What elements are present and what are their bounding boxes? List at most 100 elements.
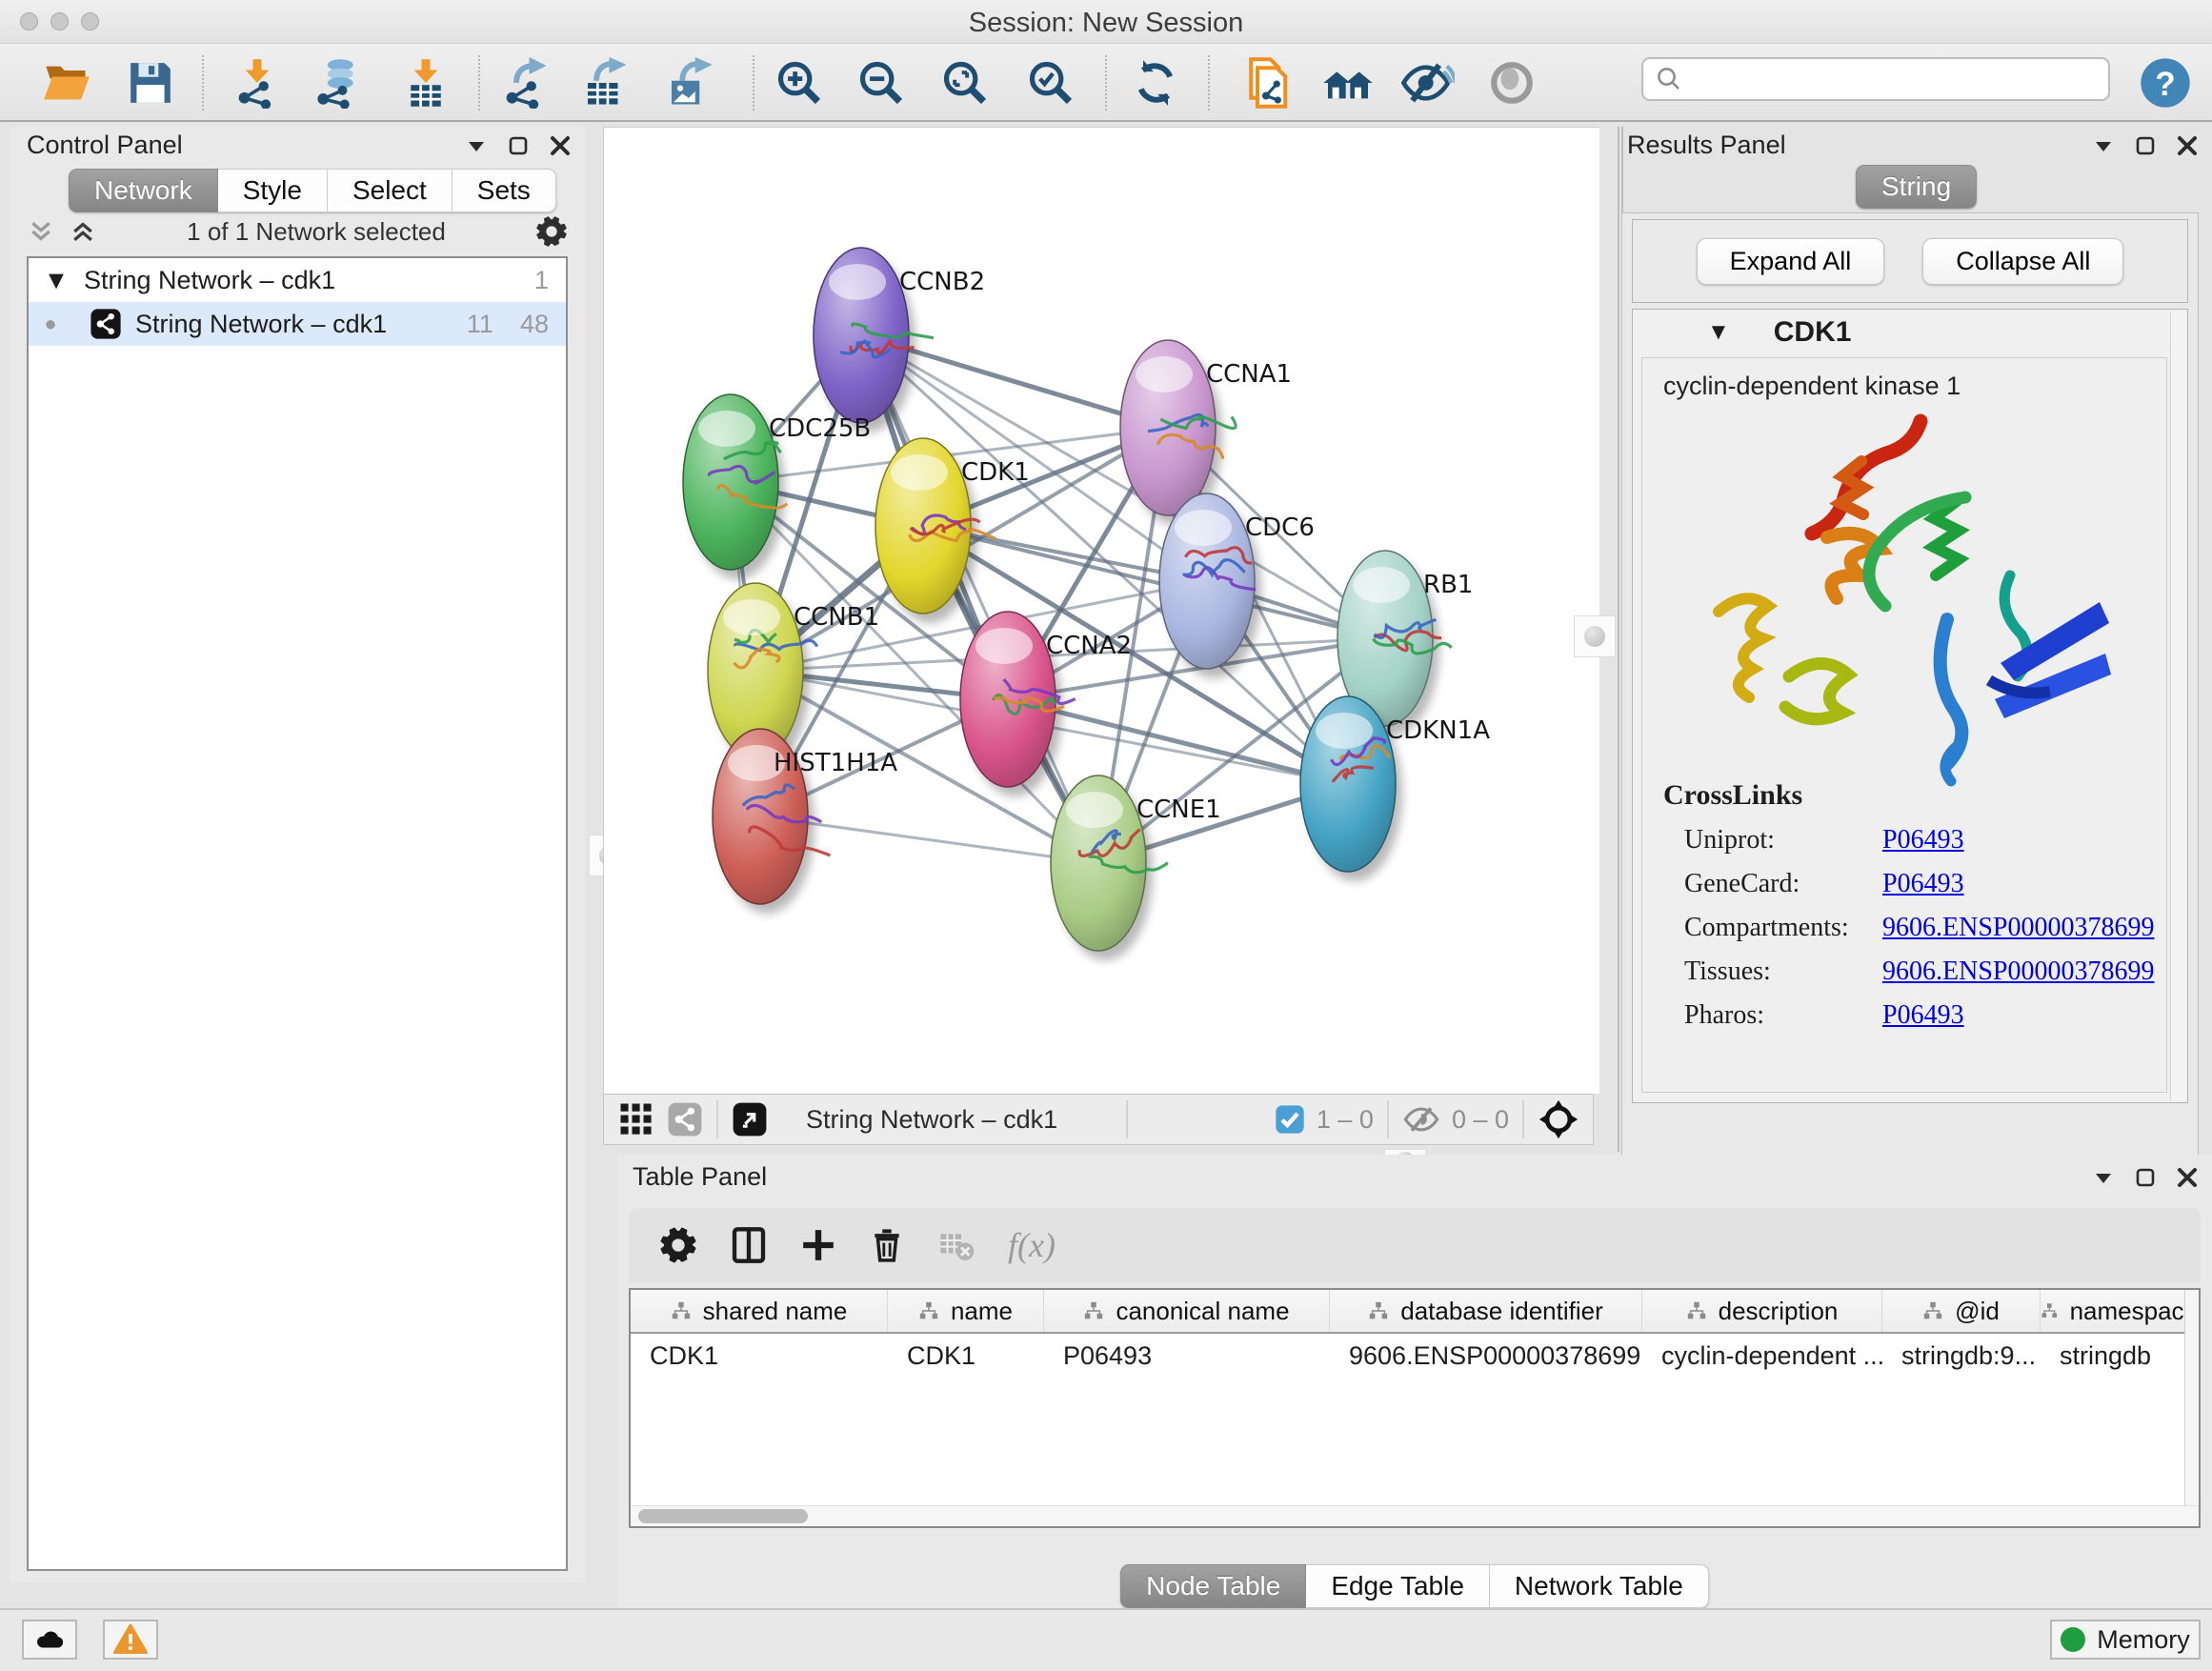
cloud-status-button[interactable] [22,1620,77,1660]
crosslink-value-link[interactable]: 9606.ENSP00000378699 [1882,913,2154,943]
column-header-database-identifier[interactable]: database identifier [1330,1290,1642,1332]
table-tab-node-table[interactable]: Node Table [1120,1564,1306,1608]
grid-view-icon[interactable] [619,1102,654,1137]
zoom-selected-button[interactable] [1019,52,1082,113]
results-vertical-scrollbar[interactable] [2170,312,2185,1100]
export-image-button[interactable] [657,52,720,113]
export-table-button[interactable] [573,52,636,113]
create-column-plus-icon[interactable] [800,1227,836,1263]
table-cell[interactable]: 9606.ENSP00000378699 [1330,1334,1642,1378]
crosslink-value-link[interactable]: P06493 [1882,1000,1964,1031]
gear-icon[interactable] [535,215,568,248]
column-header-canonical-name[interactable]: canonical name [1044,1290,1330,1332]
export-image-icon [663,57,714,109]
column-header-@id[interactable]: @id [1882,1290,2041,1332]
toolbar-search[interactable] [1641,57,2110,101]
network-selector-bar: 1 of 1 Network selected [27,209,568,254]
table-cell[interactable]: cyclin-dependent ... [1642,1334,1882,1378]
collapse-all-button[interactable]: Collapse All [1922,238,2123,285]
crosslinks-title: CrossLinks [1663,779,2154,812]
table-row[interactable]: CDK1CDK1P064939606.ENSP00000378699cyclin… [631,1334,2199,1378]
hidden-eye-icon[interactable] [1402,1100,1440,1138]
fit-content-button[interactable] [934,52,996,113]
crosslink-value-link[interactable]: 9606.ENSP00000378699 [1882,956,2154,987]
selected-checkbox-icon[interactable] [1275,1104,1305,1135]
export-network-button[interactable] [493,52,556,113]
collapse-all-icon[interactable] [69,217,97,246]
table-cell[interactable]: CDK1 [631,1334,888,1378]
crosslink-row: Pharos:P06493 [1663,1000,2154,1031]
table-vertical-scrollbar[interactable] [2184,1290,2199,1526]
save-session-button[interactable] [119,52,182,113]
panel-close-icon[interactable] [2176,134,2199,157]
panel-menu-icon[interactable] [465,134,488,157]
crosslink-value-link[interactable]: P06493 [1882,869,1964,899]
birdseye-toggle-icon[interactable] [732,1101,768,1137]
table-tab-network-table[interactable]: Network Table [1490,1564,1709,1608]
table-cell[interactable]: stringdb:9... [1882,1334,2041,1378]
memory-button[interactable]: Memory [2050,1620,2201,1660]
annotations-button[interactable] [1235,52,1297,113]
search-input[interactable] [1683,65,2083,94]
hide-panels-button[interactable] [1397,52,1459,113]
zoom-selected-icon [1026,58,1076,108]
current-network-dot-icon: ● [29,312,72,336]
search-icon [1655,65,1683,93]
control-tab-select[interactable]: Select [328,169,452,212]
column-header-description[interactable]: description [1642,1290,1882,1332]
import-network-database-button[interactable] [307,52,370,113]
network-collection-row[interactable]: ▼ String Network – cdk1 1 [29,258,566,302]
database-import-icon [312,57,364,109]
zoom-in-button[interactable] [768,52,831,113]
show-columns-icon[interactable] [730,1226,768,1264]
panel-close-icon[interactable] [549,134,572,157]
delete-column-trash-icon[interactable] [869,1227,905,1263]
memory-status-dot [2061,1627,2085,1652]
table-cell[interactable]: stringdb [2041,1334,2199,1378]
panel-float-icon[interactable] [2134,1166,2157,1189]
gene-name: CDK1 [1774,316,1852,349]
import-table-icon [400,57,452,109]
delete-table-icon[interactable] [937,1226,975,1264]
control-tab-network[interactable]: Network [69,169,218,212]
import-table-file-button[interactable] [394,52,457,113]
expand-all-button[interactable]: Expand All [1697,238,1885,285]
grayscale-view-button[interactable] [1480,52,1543,113]
table-settings-gear-icon[interactable] [659,1226,697,1264]
open-folder-icon [42,58,91,108]
open-session-button[interactable] [35,52,98,113]
panel-close-icon[interactable] [2176,1166,2199,1189]
panel-menu-icon[interactable] [2092,1166,2115,1189]
network-row[interactable]: ● String Network – cdk1 11 48 [29,302,566,346]
control-tab-style[interactable]: Style [218,169,328,212]
table-tab-edge-table[interactable]: Edge Table [1306,1564,1490,1608]
panel-menu-icon[interactable] [2092,134,2115,157]
expand-all-icon[interactable] [27,217,55,246]
table-horizontal-scrollbar[interactable] [631,1505,2199,1526]
disclosure-triangle-icon[interactable]: ▼ [29,266,84,295]
crosslink-row: Compartments:9606.ENSP00000378699 [1663,913,2154,943]
table-cell[interactable]: CDK1 [888,1334,1044,1378]
warnings-button[interactable] [103,1620,158,1660]
apply-layout-button[interactable] [1124,52,1187,113]
crosslink-value-link[interactable]: P06493 [1882,825,1964,856]
import-network-file-button[interactable] [226,52,289,113]
column-header-namespace[interactable]: namespace [2041,1290,2199,1332]
panel-float-icon[interactable] [2134,134,2157,157]
column-header-name[interactable]: name [888,1290,1044,1332]
network-canvas[interactable]: CCNB2CCNA1CDC25BCDK1CDC6RB1CCNB1CCNA2CDK… [603,127,1599,1094]
show-all-panels-button[interactable] [1317,52,1379,113]
panel-float-icon[interactable] [507,134,530,157]
table-toolbar: f(x) [629,1208,2201,1282]
function-builder-icon[interactable]: f(x) [1008,1225,1056,1265]
table-cell[interactable]: P06493 [1044,1334,1330,1378]
results-tab-string[interactable]: String [1856,165,1977,209]
gene-disclosure-icon[interactable]: ▼ [1707,319,1730,346]
column-header-shared-name[interactable]: shared name [631,1290,888,1332]
network-view-icon[interactable] [667,1101,703,1137]
control-tab-sets[interactable]: Sets [452,169,556,212]
footer-separator [1522,1100,1524,1138]
pan-crosshair-icon[interactable] [1538,1098,1579,1140]
help-button[interactable]: ? [2134,52,2197,113]
zoom-out-button[interactable] [850,52,913,113]
